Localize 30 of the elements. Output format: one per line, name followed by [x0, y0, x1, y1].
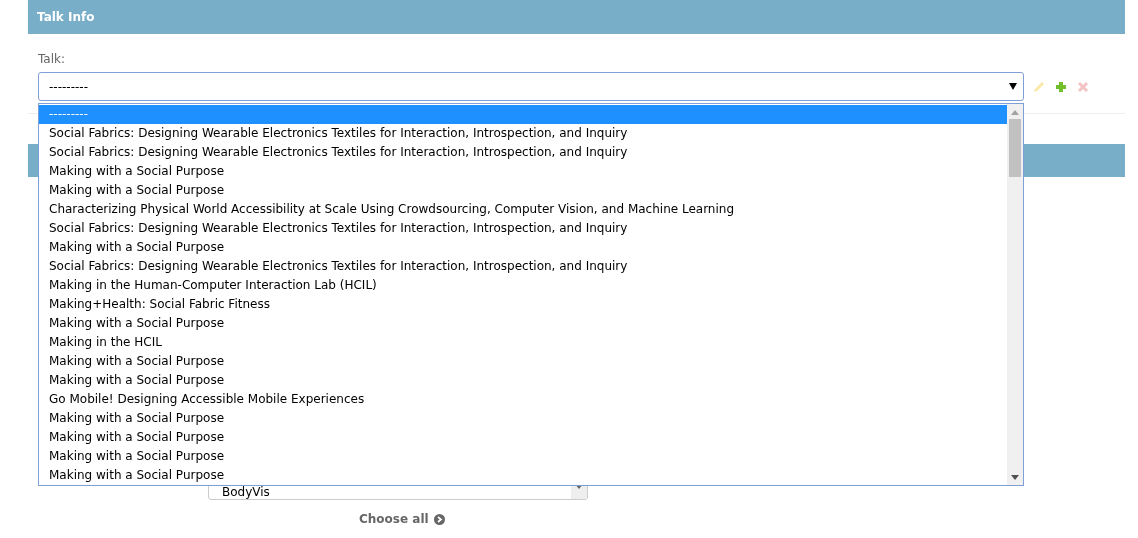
scrollbar[interactable]	[1007, 104, 1023, 485]
scroll-up-icon[interactable]	[1011, 110, 1019, 115]
dropdown-option[interactable]: Go Mobile! Designing Accessible Mobile Experiences	[39, 390, 1007, 409]
choose-all-link[interactable]: Choose all	[359, 512, 445, 526]
field-label: Talk:	[38, 52, 67, 66]
dropdown-option[interactable]: Social Fabrics: Designing Wearable Electronics Textiles for Interaction, Introspection, and Inquiry	[39, 257, 1007, 276]
dropdown-option[interactable]: Social Fabrics: Designing Wearable Electronics Textiles for Interaction, Introspection, and Inquiry	[39, 219, 1007, 238]
plus-icon[interactable]	[1054, 79, 1068, 94]
dropdown-option[interactable]: Making with a Social Purpose	[39, 238, 1007, 257]
dropdown-option[interactable]: Making with a Social Purpose	[39, 181, 1007, 200]
dropdown-option[interactable]: Making+Health: Social Fabric Fitness	[39, 295, 1007, 314]
scroll-thumb[interactable]	[1009, 119, 1021, 177]
dropdown-option[interactable]: Social Fabrics: Designing Wearable Electronics Textiles for Interaction, Introspection, and Inquiry	[39, 124, 1007, 143]
dropdown-option[interactable]: Making in the HCIL	[39, 333, 1007, 352]
talk-select[interactable]: ---------	[38, 72, 1024, 101]
dropdown-option[interactable]: Making with a Social Purpose	[39, 447, 1007, 466]
dropdown-option[interactable]: Making with a Social Purpose	[39, 428, 1007, 447]
scroll-down-icon[interactable]	[1011, 475, 1019, 480]
dropdown-option[interactable]: Making with a Social Purpose	[39, 352, 1007, 371]
dropdown-option[interactable]: Making with a Social Purpose	[39, 162, 1007, 181]
caret-icon	[1009, 83, 1017, 90]
dropdown-option[interactable]: Characterizing Physical World Accessibility at Scale Using Crowdsourcing, Computer Vision, and Machine Learning	[39, 200, 1007, 219]
dropdown-option[interactable]: Social Fabrics: Designing Wearable Electronics Textiles for Interaction, Introspection, and Inquiry	[39, 143, 1007, 162]
dropdown-option[interactable]: Making with a Social Purpose	[39, 466, 1007, 485]
dropdown-option[interactable]: Making with a Social Purpose	[39, 371, 1007, 390]
section-title: Talk Info	[37, 10, 95, 24]
dropdown-option[interactable]: Making with a Social Purpose	[39, 409, 1007, 428]
dropdown-option[interactable]: Making in the Human-Computer Interaction Lab (HCIL)	[39, 276, 1007, 295]
dropdown-option[interactable]: Making with a Social Purpose	[39, 314, 1007, 333]
arrow-circle-icon	[433, 513, 445, 525]
